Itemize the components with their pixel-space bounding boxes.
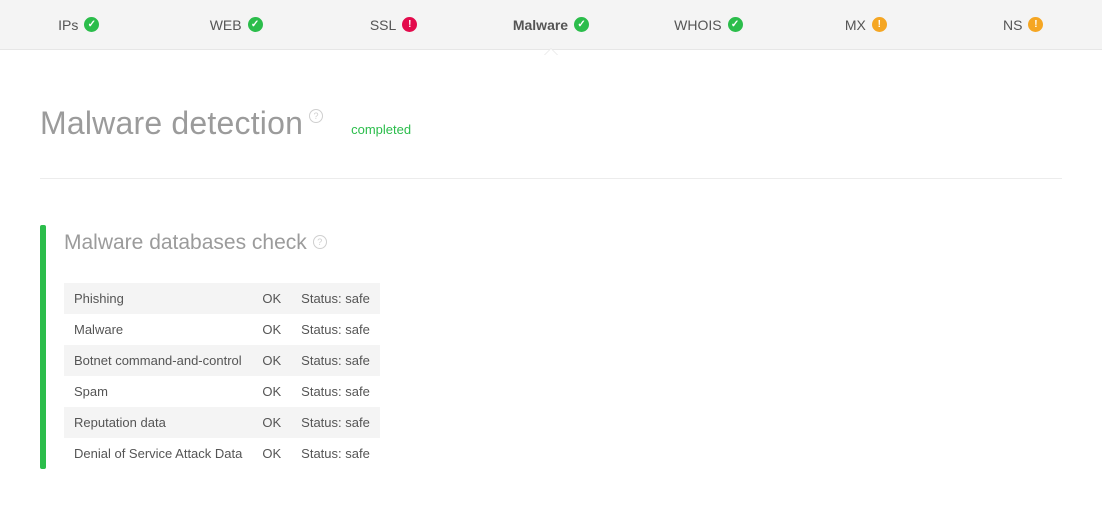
db-check-section: Malware databases check ? PhishingOKStat… bbox=[40, 225, 1062, 469]
check-status: Status: safe bbox=[291, 407, 380, 438]
table-row: PhishingOKStatus: safe bbox=[64, 283, 380, 314]
check-name: Malware bbox=[64, 314, 252, 345]
page-title: Malware detection ? bbox=[40, 105, 323, 142]
tab-ns[interactable]: NS! bbox=[945, 0, 1102, 49]
tab-label: Malware bbox=[513, 17, 568, 33]
check-result: OK bbox=[252, 314, 291, 345]
db-check-table: PhishingOKStatus: safeMalwareOKStatus: s… bbox=[64, 283, 380, 469]
alert-icon: ! bbox=[402, 17, 417, 32]
check-result: OK bbox=[252, 407, 291, 438]
tab-malware[interactable]: Malware ✓ bbox=[472, 0, 629, 49]
check-name: Reputation data bbox=[64, 407, 252, 438]
check-status: Status: safe bbox=[291, 345, 380, 376]
check-icon: ✓ bbox=[84, 17, 99, 32]
check-icon: ✓ bbox=[574, 17, 589, 32]
table-row: Botnet command-and-controlOKStatus: safe bbox=[64, 345, 380, 376]
tab-web[interactable]: WEB ✓ bbox=[157, 0, 314, 49]
table-row: Denial of Service Attack DataOKStatus: s… bbox=[64, 438, 380, 469]
check-name: Spam bbox=[64, 376, 252, 407]
check-result: OK bbox=[252, 345, 291, 376]
tab-mx[interactable]: MX! bbox=[787, 0, 944, 49]
tab-label: MX bbox=[845, 17, 866, 33]
check-result: OK bbox=[252, 438, 291, 469]
table-row: SpamOKStatus: safe bbox=[64, 376, 380, 407]
help-icon[interactable]: ? bbox=[313, 235, 327, 249]
help-icon[interactable]: ? bbox=[309, 109, 323, 123]
tab-label: SSL bbox=[370, 17, 396, 33]
section-title: Malware databases check ? bbox=[64, 231, 380, 255]
main-content: Malware detection ? completed Malware da… bbox=[0, 50, 1102, 479]
headline-row: Malware detection ? completed bbox=[40, 105, 1062, 142]
category-tabs: IPs✓WEB✓SSL!Malware✓WHOIS✓MX!NS! bbox=[0, 0, 1102, 50]
tab-label: WHOIS bbox=[674, 17, 721, 33]
check-name: Phishing bbox=[64, 283, 252, 314]
tab-whois[interactable]: WHOIS ✓ bbox=[630, 0, 787, 49]
table-row: MalwareOKStatus: safe bbox=[64, 314, 380, 345]
check-name: Denial of Service Attack Data bbox=[64, 438, 252, 469]
tab-label: WEB bbox=[210, 17, 242, 33]
check-status: Status: safe bbox=[291, 314, 380, 345]
tab-label: IPs bbox=[58, 17, 78, 33]
section-title-text: Malware databases check bbox=[64, 231, 307, 255]
check-name: Botnet command-and-control bbox=[64, 345, 252, 376]
alert-icon: ! bbox=[1028, 17, 1043, 32]
table-row: Reputation dataOKStatus: safe bbox=[64, 407, 380, 438]
check-result: OK bbox=[252, 283, 291, 314]
status-badge: completed bbox=[351, 122, 411, 137]
accent-bar bbox=[40, 225, 46, 469]
alert-icon: ! bbox=[872, 17, 887, 32]
tab-label: NS bbox=[1003, 17, 1022, 33]
check-icon: ✓ bbox=[248, 17, 263, 32]
tab-ips[interactable]: IPs ✓ bbox=[0, 0, 157, 49]
page-title-text: Malware detection bbox=[40, 105, 303, 142]
check-icon: ✓ bbox=[728, 17, 743, 32]
check-status: Status: safe bbox=[291, 438, 380, 469]
check-status: Status: safe bbox=[291, 283, 380, 314]
check-result: OK bbox=[252, 376, 291, 407]
tab-ssl[interactable]: SSL! bbox=[315, 0, 472, 49]
separator bbox=[40, 178, 1062, 179]
check-status: Status: safe bbox=[291, 376, 380, 407]
